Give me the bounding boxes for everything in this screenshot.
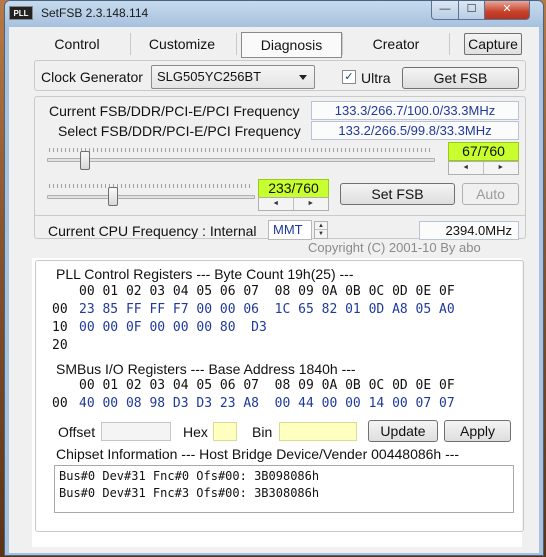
select-frequency-label: Select FSB/DDR/PCI-E/PCI Frequency (58, 123, 301, 139)
setfsb-window: PLL SetFSB 2.3.148.114 — ☐ ✕ Control Cus… (4, 0, 544, 556)
smbus-row-address: 00 (52, 396, 68, 411)
slider2-ticks (49, 184, 253, 188)
tab-customize[interactable]: Customize (131, 32, 233, 58)
pll-row-values[interactable]: 00 00 0F 00 00 00 80 D3 (79, 320, 267, 335)
tab-control[interactable]: Control (23, 32, 131, 58)
clock-generator-label: Clock Generator (41, 69, 143, 85)
ultra-label: Ultra (361, 70, 391, 86)
cpu-frequency-value: 2394.0MHz (419, 221, 519, 240)
current-frequency-label: Current FSB/DDR/PCI-E/PCI Frequency (49, 103, 300, 119)
select-frequency-value: 133.2/266.5/99.8/33.3MHz (311, 121, 519, 140)
pll-row-values[interactable]: 23 85 FF FF F7 00 00 06 1C 65 82 01 0D A… (79, 302, 455, 317)
bin-label: Bin (252, 424, 273, 440)
title-bar[interactable]: PLL SetFSB 2.3.148.114 — ☐ ✕ (5, 1, 543, 27)
chipset-line: Bus#0 Dev#31 Fnc#3 Ofs#00: 3B308086h (59, 486, 320, 500)
chipset-info-header: Chipset Information --- Host Bridge Devi… (56, 446, 460, 462)
pll-row-address: 10 (52, 320, 68, 335)
fsb-slider-spinner[interactable]: ◄ ► (448, 161, 519, 175)
chevron-down-icon (299, 75, 307, 80)
pll-registers-header: PLL Control Registers --- Byte Count 19h… (56, 266, 354, 282)
capture-button[interactable]: Capture (464, 33, 522, 55)
smbus-row-values[interactable]: 40 00 08 98 D3 D3 23 A8 00 44 00 00 14 0… (79, 396, 455, 411)
smbus-column-headers: 00 01 02 03 04 05 06 07 08 09 0A 0B 0C 0… (79, 378, 455, 393)
set-fsb-button[interactable]: Set FSB (340, 183, 455, 205)
current-frequency-value: 133.3/266.7/100.0/33.3MHz (311, 101, 519, 120)
chipset-line: Bus#0 Dev#31 Fnc#0 Ofs#00: 3B098086h (59, 469, 320, 483)
pll-column-headers: 00 01 02 03 04 05 06 07 08 09 0A 0B 0C 0… (79, 284, 455, 299)
pci-slider-thumb[interactable] (107, 187, 118, 206)
auto-button[interactable]: Auto (462, 183, 519, 205)
tab-separator (236, 33, 237, 55)
update-button[interactable]: Update (368, 420, 438, 442)
spin-right-icon[interactable]: ► (294, 198, 329, 210)
offset-label: Offset (58, 424, 96, 440)
spin-left-icon[interactable]: ◄ (449, 162, 484, 174)
close-button[interactable]: ✕ (484, 1, 530, 20)
maximize-button[interactable]: ☐ (458, 1, 485, 20)
tab-separator (449, 33, 450, 55)
clock-generator-value: SLG505YC256BT (157, 69, 262, 84)
get-fsb-button[interactable]: Get FSB (402, 67, 519, 89)
cpu-frequency-label: Current CPU Frequency : Internal (48, 223, 257, 239)
bin-field[interactable] (279, 422, 357, 441)
pci-slider-value: 233/760 (258, 179, 329, 198)
spin-left-icon[interactable]: ◄ (259, 198, 294, 210)
tab-diagnosis[interactable]: Diagnosis (241, 32, 342, 58)
window-title: SetFSB 2.3.148.114 (41, 6, 149, 20)
cpu-mode-spinner[interactable]: ▲ ▼ (314, 221, 328, 239)
tab-creator[interactable]: Creator (345, 32, 447, 58)
offset-field[interactable] (101, 422, 171, 441)
fsb-slider-track[interactable] (47, 158, 435, 162)
pci-slider-spinner[interactable]: ◄ ► (258, 197, 329, 211)
app-icon: PLL (9, 6, 33, 20)
smbus-registers-header: SMBus I/O Registers --- Base Address 184… (56, 361, 356, 377)
hex-label: Hex (183, 424, 208, 440)
slider1-ticks (49, 148, 433, 152)
clock-generator-select[interactable]: SLG505YC256BT (151, 65, 315, 89)
spin-right-icon[interactable]: ► (484, 162, 519, 174)
copyright-text: Copyright (C) 2001-10 By abo (308, 240, 481, 255)
apply-button[interactable]: Apply (444, 420, 511, 442)
spin-down-icon[interactable]: ▼ (315, 230, 327, 238)
ultra-checkbox[interactable]: ✓ (342, 70, 356, 84)
hex-field[interactable] (213, 422, 237, 441)
fsb-slider-thumb[interactable] (80, 151, 91, 170)
pci-slider-track[interactable] (47, 195, 255, 199)
minimize-button[interactable]: — (431, 1, 459, 20)
cpu-mode-field[interactable]: MMT (268, 220, 312, 240)
spin-up-icon[interactable]: ▲ (315, 222, 327, 230)
tab-separator (342, 33, 343, 55)
client-area: Control Customize Diagnosis Creator Capt… (9, 27, 539, 553)
chipset-info-box[interactable]: Bus#0 Dev#31 Fnc#0 Ofs#00: 3B098086h Bus… (54, 465, 514, 513)
pll-row-address: 20 (52, 338, 68, 353)
window-bottom-edge (9, 547, 539, 553)
pll-row-address: 00 (52, 302, 68, 317)
fsb-slider-value: 67/760 (448, 142, 519, 161)
